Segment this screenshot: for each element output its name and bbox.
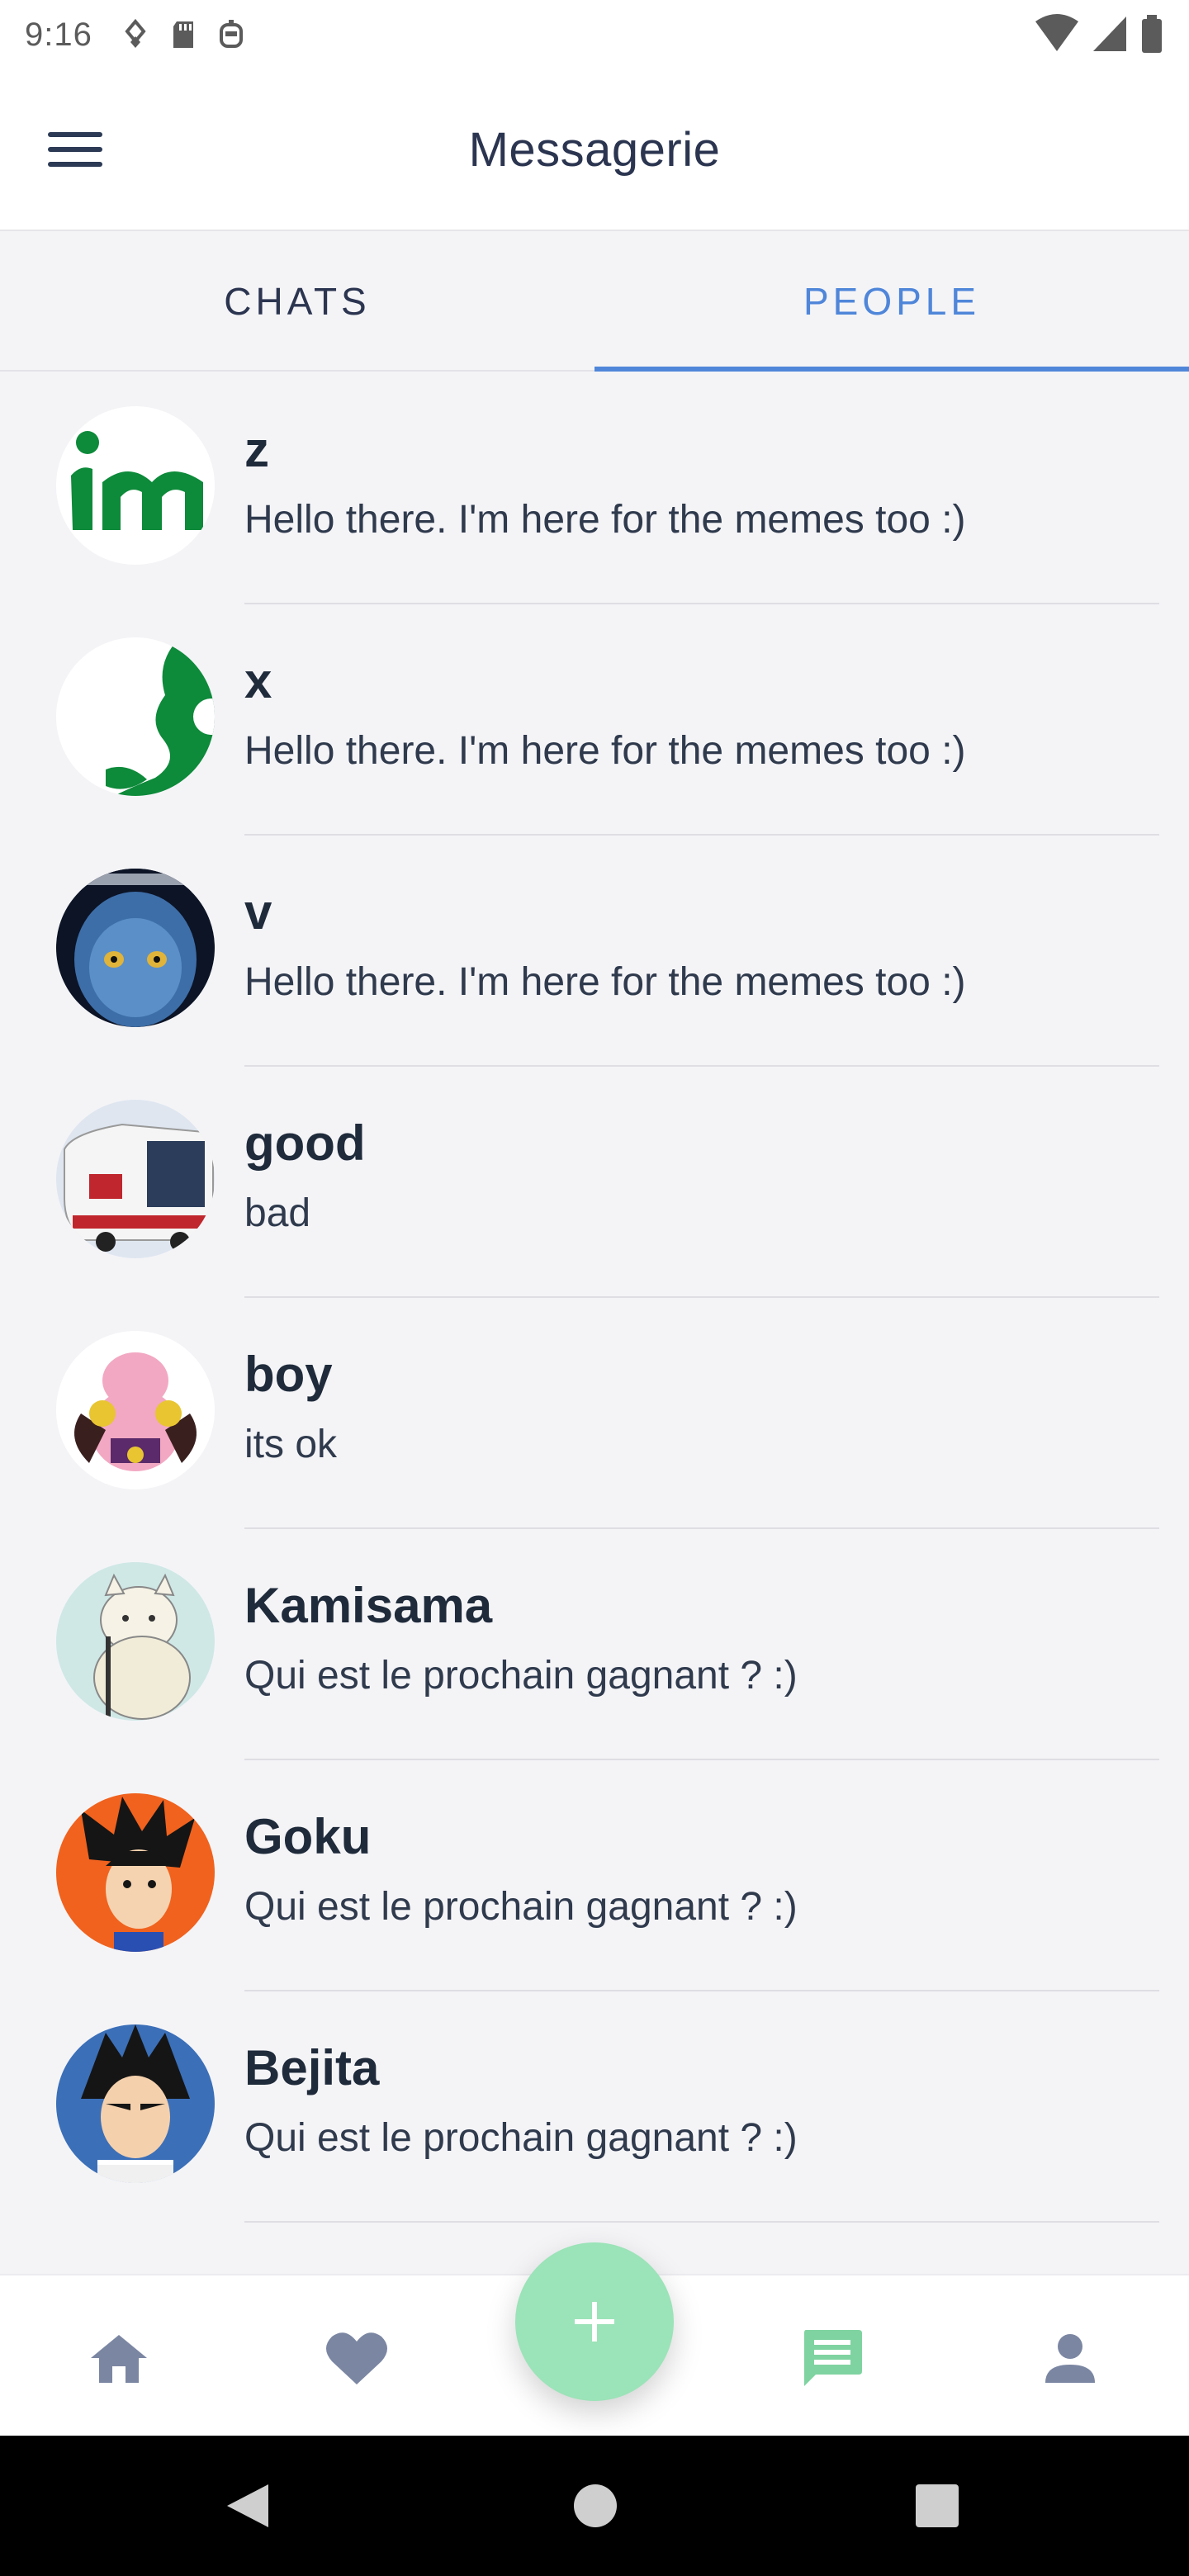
- avatar: [56, 406, 215, 565]
- heart-icon[interactable]: [324, 2325, 390, 2391]
- contact-message: Hello there. I'm here for the memes too …: [244, 498, 966, 542]
- avatar: [56, 1793, 215, 1952]
- person-icon[interactable]: [1037, 2325, 1103, 2391]
- contact-name: Bejita: [244, 2040, 380, 2095]
- contact-name: Goku: [244, 1809, 372, 1864]
- list-item[interactable]: boy its ok: [0, 1298, 1189, 1529]
- contact-message: Hello there. I'm here for the memes too …: [244, 960, 966, 1004]
- contact-name: z: [244, 422, 269, 477]
- list-item[interactable]: Goku Qui est le prochain gagnant ? :): [0, 1760, 1189, 1991]
- status-notification-icons: [121, 17, 246, 53]
- back-icon[interactable]: [211, 2469, 286, 2543]
- home-icon[interactable]: [86, 2325, 152, 2391]
- contact-name: boy: [244, 1347, 333, 1402]
- contact-message: Hello there. I'm here for the memes too …: [244, 729, 966, 773]
- home-circle-icon[interactable]: [558, 2469, 632, 2543]
- tab-people[interactable]: PEOPLE: [594, 233, 1189, 372]
- data-saver-icon: [125, 18, 146, 48]
- contact-message: Qui est le prochain gagnant ? :): [244, 1885, 798, 1929]
- add-icon: [575, 2302, 614, 2342]
- avatar: [56, 869, 215, 1027]
- avatar: [56, 2024, 215, 2183]
- contact-name: v: [244, 884, 272, 940]
- list-item[interactable]: v Hello there. I'm here for the memes to…: [0, 836, 1189, 1067]
- robot-icon: [219, 20, 243, 48]
- avatar: [56, 1100, 215, 1258]
- contact-message: Qui est le prochain gagnant ? :): [244, 2116, 798, 2160]
- wifi-icon: [1035, 14, 1078, 51]
- chat-icon[interactable]: [799, 2325, 865, 2391]
- sd-card-icon: [173, 21, 193, 48]
- contact-message: Qui est le prochain gagnant ? :): [244, 1654, 798, 1698]
- system-nav-bar: [0, 2436, 1189, 2576]
- contact-name: Kamisama: [244, 1578, 493, 1633]
- signal-icon: [1093, 17, 1126, 51]
- avatar: [56, 1562, 215, 1721]
- list-item[interactable]: Bejita Qui est le prochain gagnant ? :): [0, 1991, 1189, 2223]
- contact-message: its ok: [244, 1423, 338, 1466]
- tab-bar: CHATS PEOPLE: [0, 233, 1189, 372]
- battery-icon: [1142, 15, 1162, 53]
- status-bar: 9:16: [0, 0, 1189, 69]
- avatar: [56, 1331, 215, 1489]
- list-item[interactable]: x Hello there. I'm here for the memes to…: [0, 604, 1189, 836]
- people-list: z Hello there. I'm here for the memes to…: [0, 373, 1189, 2223]
- list-item[interactable]: Kamisama Qui est le prochain gagnant ? :…: [0, 1529, 1189, 1760]
- divider: [244, 2221, 1159, 2223]
- list-item[interactable]: z Hello there. I'm here for the memes to…: [0, 373, 1189, 604]
- status-time: 9:16: [25, 16, 92, 53]
- page-title: Messagerie: [468, 123, 721, 177]
- contact-name: good: [244, 1115, 366, 1171]
- list-item[interactable]: good bad: [0, 1067, 1189, 1298]
- status-system-icons: [1034, 13, 1164, 54]
- avatar: [56, 637, 215, 796]
- add-button[interactable]: [515, 2242, 674, 2401]
- tab-chats[interactable]: CHATS: [0, 233, 594, 370]
- recents-icon[interactable]: [900, 2469, 974, 2543]
- contact-name: x: [244, 653, 272, 708]
- app-bar: Messagerie: [0, 69, 1189, 231]
- contact-message: bad: [244, 1191, 311, 1235]
